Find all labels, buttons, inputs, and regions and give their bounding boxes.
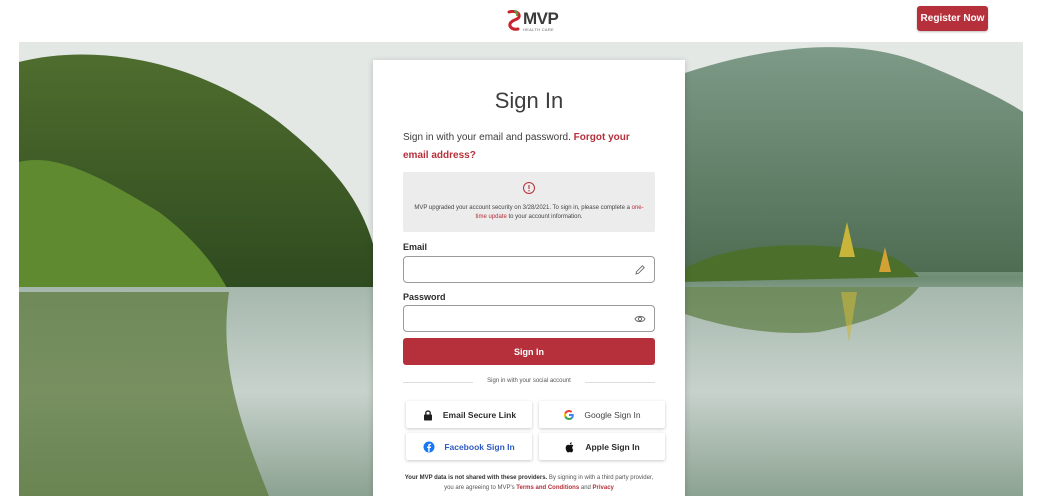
security-notice: MVP upgraded your account security on 3/… [403, 172, 655, 232]
social-disclaimer: Your MVP data is not shared with these p… [403, 473, 655, 493]
facebook-sign-in-button[interactable]: Facebook Sign In [406, 433, 532, 460]
pencil-icon [635, 265, 645, 275]
email-secure-link-button[interactable]: Email Secure Link [406, 401, 532, 428]
mvp-logo-icon [507, 10, 521, 31]
disclaimer-and: and [579, 485, 593, 491]
notice-text: MVP upgraded your account security on 3/… [413, 204, 645, 222]
email-field[interactable] [403, 256, 655, 283]
apple-icon [566, 441, 574, 452]
top-bar: MVP HEALTH CARE Register Now [0, 0, 1043, 42]
apple-sign-in-button[interactable]: Apple Sign In [539, 433, 665, 460]
eye-icon[interactable] [634, 313, 646, 325]
notice-text-before: MVP upgraded your account security on 3/… [414, 205, 632, 211]
disclaimer-bold: Your MVP data is not shared with these p… [404, 475, 548, 481]
alert-circle-icon [523, 182, 535, 194]
page-title: Sign In [494, 88, 564, 113]
google-icon [564, 409, 575, 420]
social-divider-text: Sign in with your social account [487, 378, 571, 384]
terms-link[interactable]: Terms and Conditions [516, 485, 579, 491]
intro-text: Sign in with your email and password. [403, 132, 574, 143]
lock-icon [423, 409, 432, 420]
password-label: Password [403, 292, 446, 302]
sign-in-button[interactable]: Sign In [403, 338, 655, 365]
google-sign-in-button[interactable]: Google Sign In [539, 401, 665, 428]
facebook-icon [423, 441, 435, 452]
password-field[interactable] [403, 305, 655, 332]
sign-in-card: Sign In Sign in with your email and pass… [373, 60, 685, 496]
notice-text-after: to your account information. [506, 214, 583, 220]
logo-word: MVP [523, 9, 559, 28]
divider-line-right [585, 382, 655, 383]
sign-in-intro: Sign in with your email and password. Fo… [403, 129, 653, 165]
privacy-link[interactable]: Privacy [593, 485, 614, 491]
apple-sign-in-label: Apple Sign In [585, 441, 640, 452]
google-sign-in-label: Google Sign In [584, 409, 641, 420]
mvp-logo[interactable]: MVP HEALTH CARE [506, 8, 559, 34]
email-secure-link-label: Email Secure Link [442, 409, 517, 420]
email-label: Email [403, 242, 428, 252]
facebook-sign-in-label: Facebook Sign In [444, 441, 515, 452]
social-divider: Sign in with your social account [403, 377, 655, 387]
logo-subtext: HEALTH CARE [523, 27, 555, 32]
register-now-button[interactable]: Register Now [917, 6, 988, 31]
